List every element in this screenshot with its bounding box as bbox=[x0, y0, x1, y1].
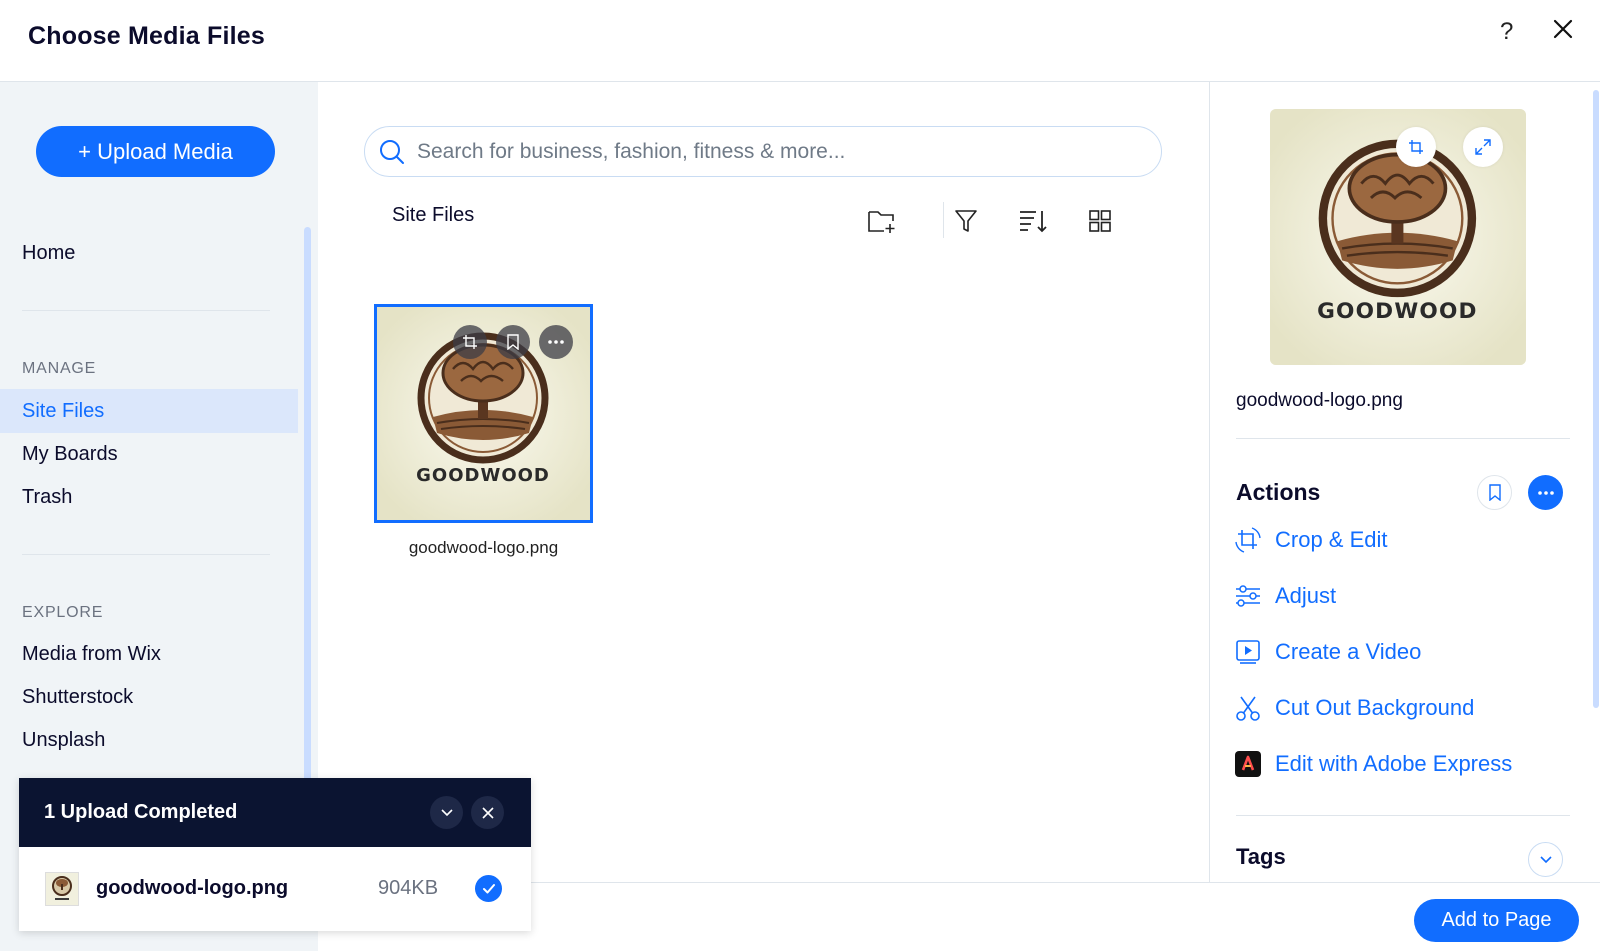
add-to-board-button[interactable] bbox=[1477, 475, 1512, 510]
upload-file-name: goodwood-logo.png bbox=[96, 877, 289, 899]
thumbnail-more-button[interactable] bbox=[539, 325, 573, 359]
search-icon bbox=[380, 139, 404, 164]
file-thumbnail-selected[interactable]: GOODWOOD bbox=[374, 304, 593, 523]
more-actions-button[interactable] bbox=[1528, 475, 1563, 510]
new-folder-button[interactable] bbox=[865, 204, 899, 238]
chevron-down-icon bbox=[440, 808, 453, 816]
thumbnail-actions bbox=[453, 325, 573, 359]
expand-icon bbox=[1475, 139, 1491, 155]
action-label: Cut Out Background bbox=[1275, 695, 1475, 720]
new-folder-icon bbox=[868, 211, 895, 233]
file-info-panel: GOODWOOD goodwood-logo.png Actions Crop … bbox=[1209, 82, 1600, 882]
sidebar-divider bbox=[22, 310, 270, 311]
grid-view-button[interactable] bbox=[1083, 204, 1117, 238]
tags-expand-button[interactable] bbox=[1528, 842, 1563, 877]
file-thumbnail-logo-text: GOODWOOD bbox=[416, 465, 550, 486]
media-browser: Site Files GOODWOOD bbox=[318, 82, 1209, 882]
action-crop-edit[interactable]: Crop & Edit bbox=[1232, 522, 1388, 558]
file-preview: GOODWOOD bbox=[1270, 109, 1526, 365]
bookmark-icon bbox=[1488, 484, 1501, 501]
adobe-express-icon bbox=[1232, 748, 1264, 780]
manage-section-label: MANAGE bbox=[22, 360, 97, 377]
sidebar-item-trash[interactable]: Trash bbox=[0, 475, 298, 519]
thumbnail-crop-button[interactable] bbox=[453, 325, 487, 359]
upload-file-thumbnail bbox=[45, 872, 79, 906]
sidebar-item-unsplash[interactable]: Unsplash bbox=[0, 718, 298, 762]
modal-header: Choose Media Files ? bbox=[0, 0, 1600, 82]
modal-title: Choose Media Files bbox=[28, 22, 265, 50]
breadcrumb: Site Files bbox=[392, 204, 475, 226]
close-icon bbox=[481, 806, 494, 819]
action-label: Adjust bbox=[1275, 583, 1337, 608]
info-file-name: goodwood-logo.png bbox=[1236, 390, 1403, 411]
sidebar-scrollbar[interactable] bbox=[304, 227, 311, 787]
action-label: Edit with Adobe Express bbox=[1275, 751, 1513, 776]
scissors-icon bbox=[1232, 692, 1264, 724]
bookmark-icon bbox=[507, 334, 519, 350]
sidebar-item-media-from-wix[interactable]: Media from Wix bbox=[0, 632, 298, 676]
filter-icon bbox=[955, 210, 977, 232]
adjust-sliders-icon bbox=[1232, 580, 1264, 612]
crop-edit-icon bbox=[1232, 524, 1264, 556]
search-input[interactable] bbox=[417, 139, 1117, 164]
chevron-down-icon bbox=[1539, 855, 1552, 863]
action-edit-with-adobe-express[interactable]: Edit with Adobe Express bbox=[1232, 746, 1512, 782]
tags-title: Tags bbox=[1236, 844, 1286, 869]
sidebar-item-home[interactable]: Home bbox=[0, 231, 298, 275]
sidebar-divider bbox=[22, 554, 270, 555]
video-icon bbox=[1232, 636, 1264, 668]
upload-media-button[interactable]: + Upload Media bbox=[36, 126, 275, 177]
toolbar-divider bbox=[943, 202, 944, 238]
info-divider bbox=[1236, 438, 1570, 439]
info-panel-scrollbar[interactable] bbox=[1593, 90, 1599, 708]
grid-view-icon bbox=[1089, 210, 1111, 232]
search-bar[interactable] bbox=[364, 126, 1162, 177]
actions-title: Actions bbox=[1236, 479, 1321, 505]
upload-complete-check bbox=[475, 875, 502, 902]
preview-expand-button[interactable] bbox=[1463, 127, 1503, 167]
file-thumbnail-name: goodwood-logo.png bbox=[408, 538, 559, 557]
action-label: Crop & Edit bbox=[1275, 527, 1388, 552]
add-to-page-button[interactable]: Add to Page bbox=[1414, 899, 1579, 942]
explore-section-label: EXPLORE bbox=[22, 604, 104, 621]
action-label: Create a Video bbox=[1275, 639, 1422, 664]
checkmark-icon bbox=[482, 883, 495, 893]
upload-toast-title: 1 Upload Completed bbox=[44, 801, 238, 823]
upload-file-size: 904KB bbox=[378, 877, 439, 899]
preview-crop-button[interactable] bbox=[1396, 127, 1436, 167]
more-dots-icon bbox=[548, 340, 564, 344]
crop-icon bbox=[1409, 140, 1423, 154]
upload-toast: 1 Upload Completed goodwood-logo.png 904… bbox=[19, 778, 531, 931]
sort-icon bbox=[1020, 211, 1047, 233]
close-icon bbox=[1553, 19, 1573, 39]
info-divider bbox=[1236, 815, 1570, 816]
action-adjust[interactable]: Adjust bbox=[1232, 578, 1336, 614]
upload-toast-header: 1 Upload Completed bbox=[19, 778, 531, 847]
action-cut-out-background[interactable]: Cut Out Background bbox=[1232, 690, 1474, 726]
sidebar-item-site-files[interactable]: Site Files bbox=[0, 389, 298, 433]
help-button[interactable]: ? bbox=[1500, 18, 1513, 46]
goodwood-logo-mini-image bbox=[52, 876, 72, 900]
sidebar-item-shutterstock[interactable]: Shutterstock bbox=[0, 675, 298, 719]
thumbnail-bookmark-button[interactable] bbox=[496, 325, 530, 359]
sort-button[interactable] bbox=[1016, 204, 1050, 238]
upload-toast-close-button[interactable] bbox=[471, 796, 504, 829]
crop-icon bbox=[463, 335, 477, 349]
close-button[interactable] bbox=[1552, 18, 1574, 45]
action-create-video[interactable]: Create a Video bbox=[1232, 634, 1421, 670]
sidebar-item-my-boards[interactable]: My Boards bbox=[0, 432, 298, 476]
upload-toast-collapse-button[interactable] bbox=[430, 796, 463, 829]
more-dots-icon bbox=[1537, 490, 1554, 495]
preview-logo-text: GOODWOOD bbox=[1317, 299, 1478, 324]
filter-button[interactable] bbox=[949, 204, 983, 238]
